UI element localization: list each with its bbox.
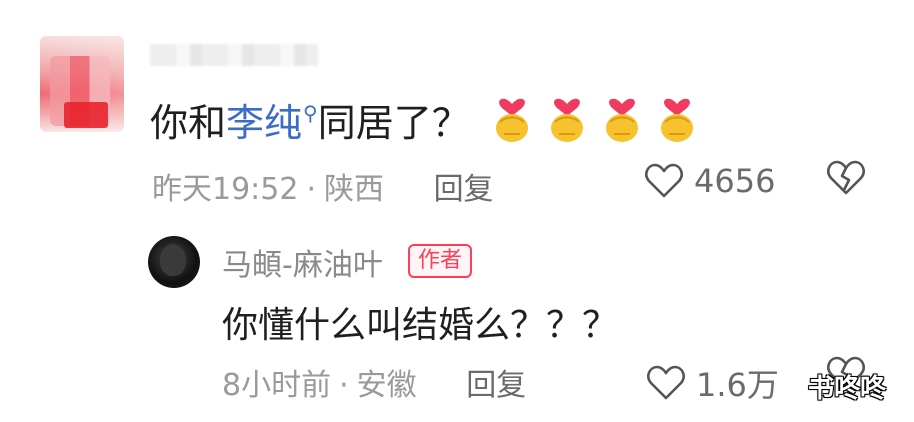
reply-text: 你懂什么叫结婚么？？？ <box>222 305 619 346</box>
reply-meta: 8小时前 · 安徽 回复 <box>222 360 526 404</box>
heart-hands-emoji <box>551 98 583 142</box>
like-button[interactable]: 1.6万 <box>646 360 779 406</box>
author-avatar[interactable] <box>148 236 200 288</box>
comment-meta: 昨天19:52 · 陕西 回复 <box>152 164 494 208</box>
heart-outline-icon <box>645 163 683 198</box>
heart-hands-emoji <box>606 98 638 142</box>
author-badge: 作者 <box>408 244 473 278</box>
commenter-name-blurred[interactable] <box>150 44 318 66</box>
comment-text-after: 同居了？ <box>317 101 470 145</box>
heart-outline-icon <box>647 365 685 400</box>
mention-link[interactable]: 李纯⚲ <box>226 101 318 145</box>
commenter-avatar[interactable] <box>40 36 124 132</box>
reply-time: 8小时前 <box>222 368 332 403</box>
mention-label: 李纯 <box>226 101 303 145</box>
like-button[interactable]: 4656 <box>644 162 775 200</box>
like-count: 4656 <box>694 162 776 200</box>
broken-heart-icon <box>827 160 865 195</box>
like-count: 1.6万 <box>696 366 779 404</box>
meta-separator: · <box>306 172 317 207</box>
reply-location: 安徽 <box>356 368 417 403</box>
comment-time: 昨天19:52 <box>152 172 299 207</box>
heart-hands-emoji <box>661 98 693 142</box>
reply-button[interactable]: 回复 <box>434 172 494 207</box>
dislike-button[interactable] <box>826 160 866 200</box>
comment-text: 你和李纯⚲同居了？ <box>150 92 470 147</box>
comment-location: 陕西 <box>324 172 385 207</box>
emoji-row <box>492 90 697 144</box>
watermark: 书咚咚 <box>808 374 887 404</box>
reply-button[interactable]: 回复 <box>466 368 526 403</box>
meta-separator: · <box>339 368 349 403</box>
heart-hands-emoji <box>496 98 528 142</box>
comment-text-before: 你和 <box>150 101 227 145</box>
author-name[interactable]: 马頔-麻油叶 <box>222 240 383 284</box>
search-icon: ⚲ <box>303 101 318 125</box>
